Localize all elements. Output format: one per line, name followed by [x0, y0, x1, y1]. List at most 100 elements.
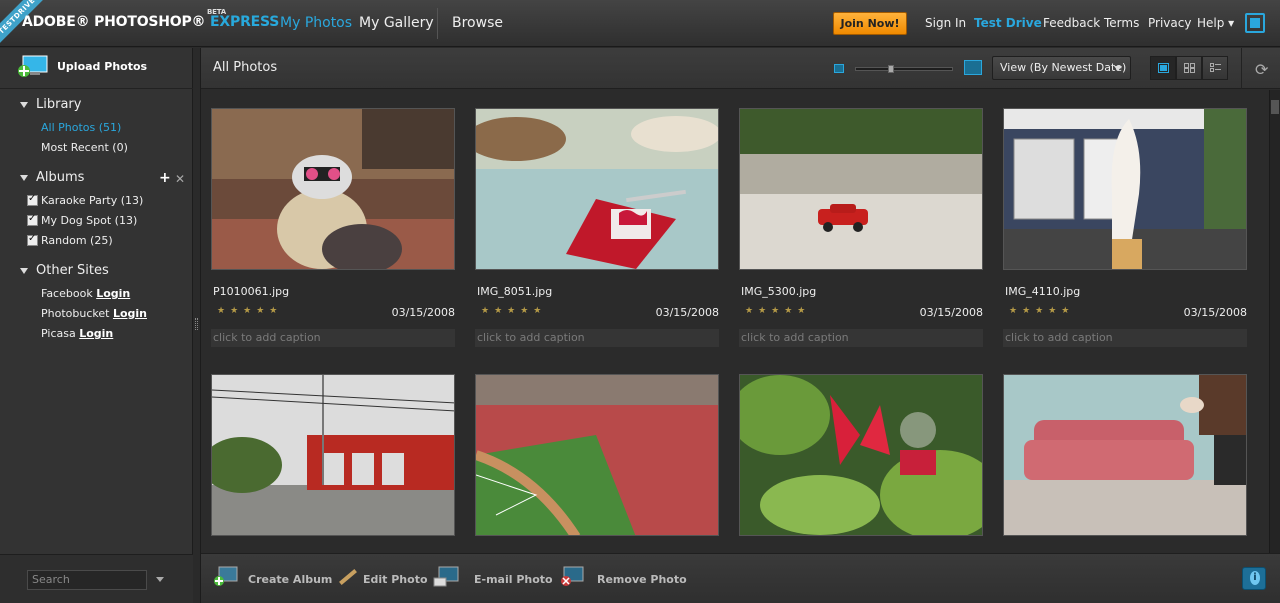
album-item-karaoke-party[interactable]: Karaoke Party (13) [41, 194, 143, 207]
photo-thumbnail[interactable] [475, 374, 719, 536]
upload-photos-label: Upload Photos [57, 60, 148, 73]
library-item-most-recent[interactable]: Most Recent (0) [41, 141, 128, 154]
toy-car-photo [740, 109, 982, 269]
photo-thumbnail[interactable] [1003, 108, 1247, 270]
photo-thumbnail[interactable] [475, 108, 719, 270]
add-album-icon[interactable]: + [159, 170, 171, 186]
search-options-dropdown-icon[interactable] [156, 577, 164, 582]
other-sites-section-toggle[interactable]: Other Sites [20, 263, 109, 278]
zoom-out-icon[interactable] [834, 64, 844, 73]
info-icon[interactable] [1242, 567, 1266, 590]
photo-thumbnail[interactable] [739, 374, 983, 536]
album-checkbox-dog[interactable] [27, 213, 38, 226]
thumbnail-size-slider[interactable] [855, 65, 953, 73]
app-logo[interactable]: ADOBE® PHOTOSHOP® EXPRESS BETA [22, 8, 280, 30]
ice-cream-photo [1004, 109, 1246, 269]
nav-my-photos[interactable]: My Photos [280, 0, 352, 47]
caption-input[interactable]: click to add caption [475, 329, 719, 347]
remove-photo-label: Remove Photo [597, 573, 687, 586]
picasa-login-link[interactable]: Login [79, 327, 113, 340]
nav-browse[interactable]: Browse [452, 0, 503, 47]
photo-filename: IMG_8051.jpg [477, 285, 553, 298]
sidebar-splitter[interactable] [193, 48, 201, 603]
photobucket-login-link[interactable]: Login [113, 307, 147, 320]
join-now-button[interactable]: Join Now! [833, 12, 907, 35]
create-album-label: Create Album [248, 573, 333, 586]
search-bar: Search [0, 554, 193, 603]
site-name: Picasa [41, 327, 76, 340]
view-single-button[interactable] [1150, 56, 1176, 80]
photo-filename: P1010061.jpg [213, 285, 290, 298]
photo-filename: IMG_5300.jpg [741, 285, 817, 298]
caption-input[interactable]: click to add caption [1003, 329, 1247, 347]
collapse-triangle-icon [20, 101, 28, 108]
chevron-down-icon [1114, 66, 1122, 71]
view-grid-button[interactable] [1176, 56, 1202, 80]
single-view-icon [1158, 63, 1169, 73]
fire-station-photo [212, 375, 454, 535]
scrollbar-thumb[interactable] [1271, 100, 1279, 114]
grid-view-icon [1184, 63, 1195, 73]
fullscreen-icon[interactable] [1245, 13, 1265, 33]
album-checkbox-random[interactable] [27, 233, 38, 246]
email-icon [433, 566, 459, 587]
feedback-link[interactable]: Feedback [1043, 0, 1100, 47]
page-title: All Photos [213, 60, 278, 75]
delete-album-icon[interactable]: ✕ [175, 172, 185, 186]
header-divider [1241, 48, 1242, 89]
photo-thumbnail[interactable] [1003, 374, 1247, 536]
cupcakes-photo [476, 109, 718, 269]
other-site-facebook: Facebook Login [41, 287, 130, 300]
main-header: All Photos View (By Newest Date) ⟳ [201, 48, 1280, 89]
upload-photos-button[interactable]: Upload Photos [0, 48, 193, 89]
dog-photo [212, 109, 454, 269]
photo-filename: IMG_4110.jpg [1005, 285, 1081, 298]
album-checkbox-karaoke[interactable] [27, 193, 38, 206]
logo-express: EXPRESS [210, 14, 280, 30]
albums-title: Albums [36, 170, 85, 185]
terms-link[interactable]: Terms [1104, 0, 1139, 47]
collapse-triangle-icon [20, 174, 28, 181]
slider-knob[interactable] [888, 65, 895, 73]
photo-date: 03/15/2008 [919, 306, 983, 319]
site-name: Photobucket [41, 307, 110, 320]
rating-stars[interactable]: ★★★★★ [1009, 306, 1074, 316]
caption-input[interactable]: click to add caption [211, 329, 455, 347]
sidebar: Upload Photos Library All Photos (51) Mo… [0, 48, 193, 603]
caption-input[interactable]: click to add caption [739, 329, 983, 347]
top-bar: TESTDRIVE ADOBE® PHOTOSHOP® EXPRESS BETA… [0, 0, 1280, 47]
nav-my-gallery[interactable]: My Gallery [359, 0, 434, 47]
view-sort-value: View (By Newest Date) [1000, 61, 1127, 74]
library-item-all-photos[interactable]: All Photos (51) [41, 121, 121, 134]
bottom-toolbar: Create Album Edit Photo E-mail Photo Rem… [201, 553, 1280, 603]
edit-photo-label: Edit Photo [363, 573, 428, 586]
library-section-toggle[interactable]: Library [20, 97, 81, 112]
album-item-my-dog-spot[interactable]: My Dog Spot (13) [41, 214, 137, 227]
refresh-icon[interactable]: ⟳ [1255, 60, 1268, 79]
photo-thumbnail[interactable] [211, 374, 455, 536]
album-item-random[interactable]: Random (25) [41, 234, 113, 247]
zoom-in-icon[interactable] [964, 60, 982, 75]
view-sort-select[interactable]: View (By Newest Date) [992, 56, 1131, 80]
facebook-login-link[interactable]: Login [96, 287, 130, 300]
grid-scrollbar[interactable] [1269, 90, 1280, 553]
pink-sofa-photo [1004, 375, 1246, 535]
logo-main: ADOBE® PHOTOSHOP® [22, 14, 206, 30]
help-menu[interactable]: Help ▾ [1197, 0, 1234, 47]
photo-thumbnail[interactable] [211, 108, 455, 270]
search-input[interactable]: Search [27, 570, 147, 590]
splitter-grip-icon [195, 318, 198, 330]
albums-section-toggle[interactable]: Albums [20, 170, 84, 185]
library-title: Library [36, 97, 82, 112]
sign-in-link[interactable]: Sign In [925, 0, 966, 47]
site-name: Facebook [41, 287, 93, 300]
rating-stars[interactable]: ★★★★★ [745, 306, 810, 316]
view-list-button[interactable] [1202, 56, 1228, 80]
rating-stars[interactable]: ★★★★★ [217, 306, 282, 316]
photo-thumbnail[interactable] [739, 108, 983, 270]
create-album-icon [214, 566, 238, 586]
logo-beta: BETA [207, 8, 226, 16]
test-drive-link[interactable]: Test Drive [974, 0, 1042, 47]
privacy-link[interactable]: Privacy [1148, 0, 1191, 47]
rating-stars[interactable]: ★★★★★ [481, 306, 546, 316]
